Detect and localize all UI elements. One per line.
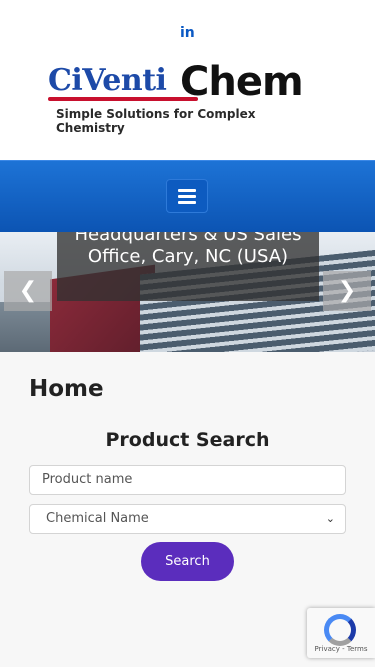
hamburger-menu-icon[interactable] [166,179,208,213]
main-navbar [0,160,375,232]
chevron-left-icon[interactable]: ❮ [4,271,52,311]
logo-chem-text: Chem [180,59,304,105]
recaptcha-links[interactable]: Privacy - Terms [307,645,375,653]
recaptcha-icon [324,614,356,646]
chevron-down-icon: ⌄ [325,512,335,525]
slide-caption: Headquarters & US Sales Office, Cary, NC… [57,232,319,301]
logo-swoosh [48,97,198,101]
product-search-heading: Product Search [105,429,270,451]
recaptcha-badge[interactable]: Privacy - Terms [307,608,375,658]
page-title: Home [29,376,104,402]
product-name-input[interactable]: Product name [29,465,346,495]
search-button[interactable]: Search [141,542,234,581]
logo-tagline: Simple Solutions for Complex Chemistry [56,107,256,135]
chevron-right-icon[interactable]: ❯ [323,271,371,311]
logo-civenti-text: CiVenti [48,63,167,98]
site-logo[interactable]: CiVenti Chem Simple Solutions for Comple… [48,59,328,135]
hero-slider: Headquarters & US Sales Office, Cary, NC… [0,232,375,352]
linkedin-icon[interactable]: in [180,25,195,41]
search-type-select[interactable]: Chemical Name ⌄ [29,504,346,534]
site-header: in CiVenti Chem Simple Solutions for Com… [0,0,375,160]
product-name-placeholder: Product name [42,472,133,487]
search-type-value: Chemical Name [46,511,149,526]
